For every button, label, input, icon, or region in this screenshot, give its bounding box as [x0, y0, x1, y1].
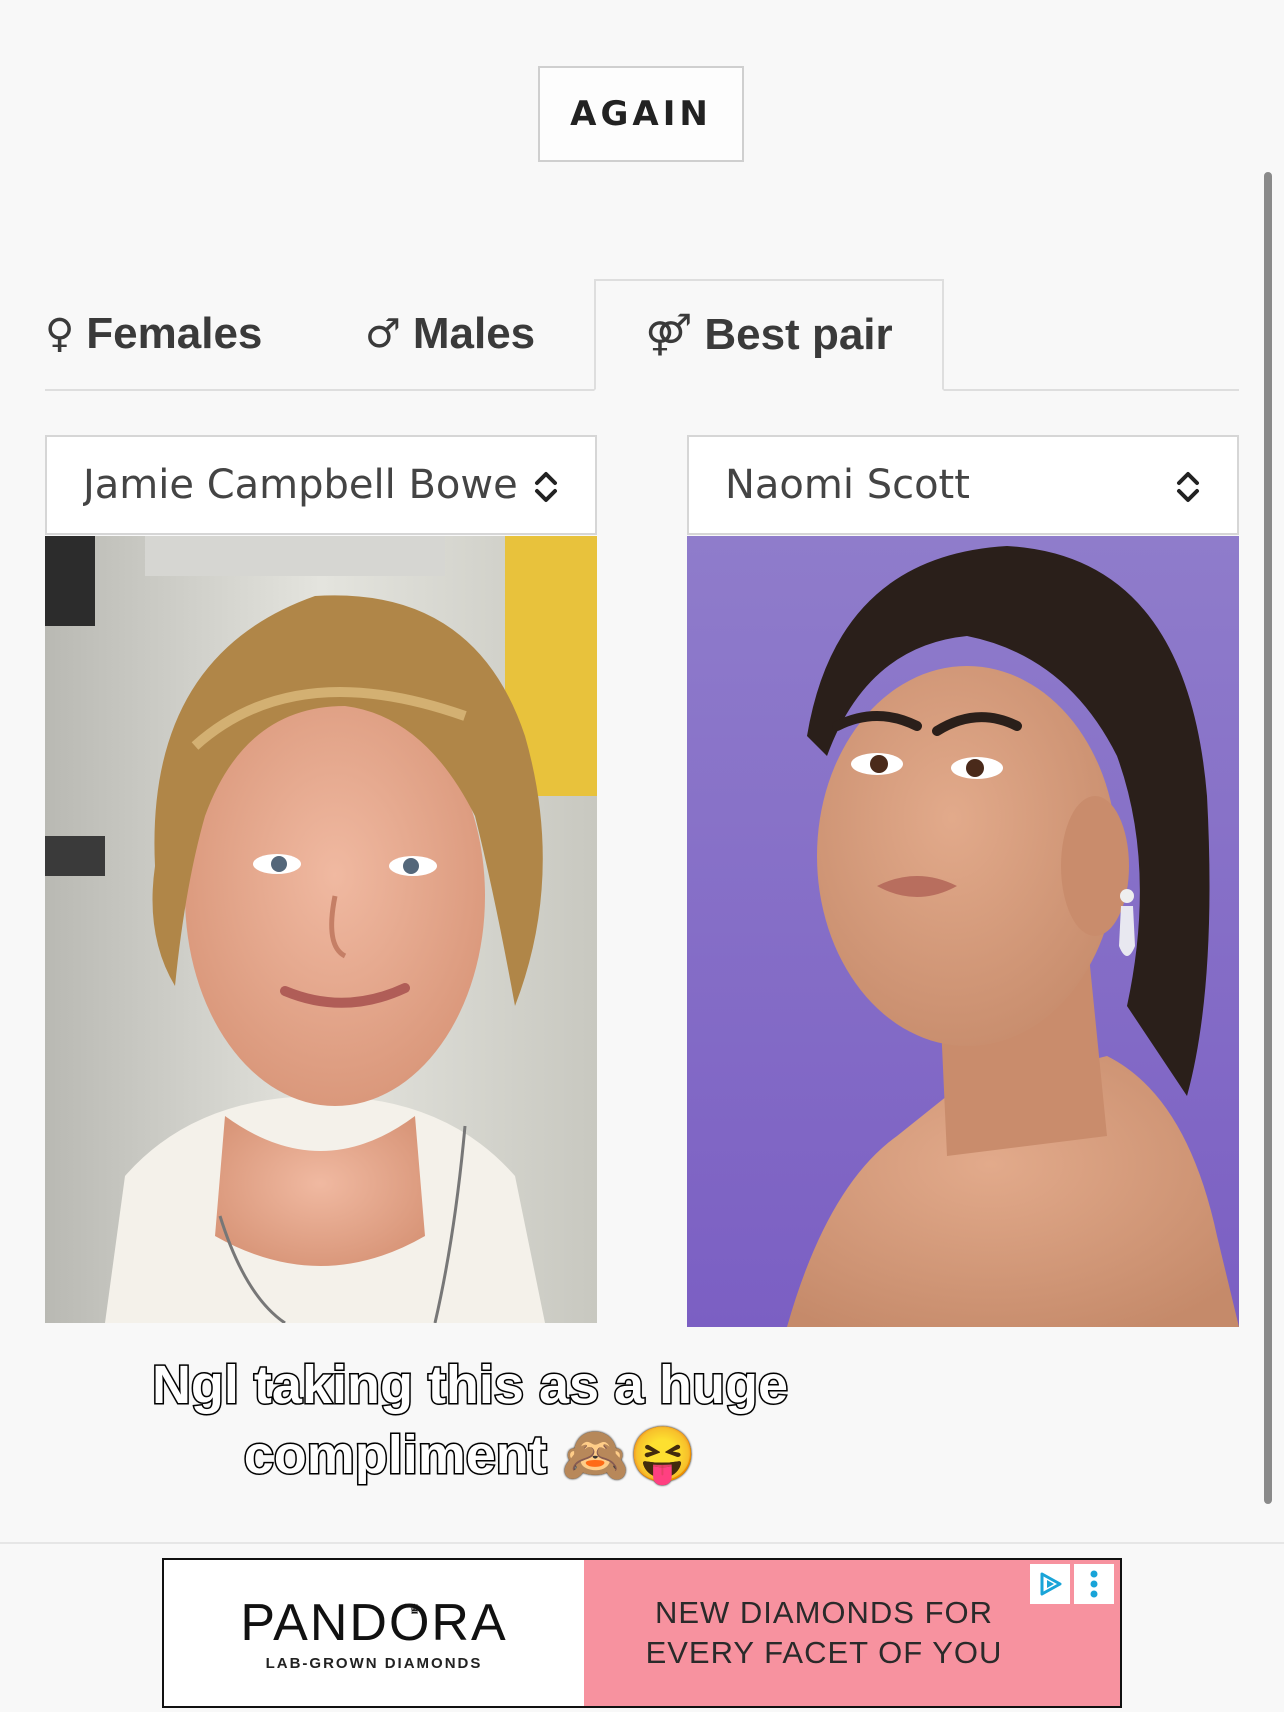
overlay-caption: Ngl taking this as a huge compliment 🙈😝 — [70, 1350, 870, 1490]
male-select[interactable]: Jamie Campbell Bower — [45, 435, 597, 535]
caption-line-1: Ngl taking this as a huge — [150, 1354, 789, 1417]
ad-brand-logo: ♛ PANDORA — [240, 1595, 507, 1651]
pair-symbol-icon: ⚤ — [645, 312, 693, 358]
ad-brand-block: ♛ PANDORA LAB-GROWN DIAMONDS — [164, 1560, 584, 1706]
male-select-value: Jamie Campbell Bower — [83, 462, 519, 508]
more-options-icon[interactable] — [1074, 1564, 1114, 1604]
ad-divider — [0, 1542, 1284, 1544]
tab-males[interactable]: ♂ Males — [365, 279, 535, 389]
ad-brand-text: PANDORA — [240, 1593, 508, 1652]
ad-controls — [1030, 1564, 1114, 1604]
tab-females[interactable]: ♀ Females — [45, 279, 262, 389]
female-select-value: Naomi Scott — [725, 462, 970, 508]
female-celebrity-photo — [687, 536, 1239, 1327]
ad-subtitle: LAB-GROWN DIAMONDS — [265, 1654, 483, 1672]
updown-chevron-icon — [535, 472, 557, 502]
again-button[interactable]: AGAIN — [538, 66, 744, 162]
caption-line-2: compliment 🙈😝 — [242, 1424, 698, 1487]
scrollbar[interactable] — [1264, 172, 1272, 1504]
crown-icon: ♛ — [408, 1600, 423, 1617]
tab-best-pair-label: Best pair — [704, 310, 893, 359]
tab-best-pair[interactable]: ⚤ Best pair — [594, 279, 944, 391]
updown-chevron-icon — [1177, 472, 1199, 502]
advertisement-banner[interactable]: ♛ PANDORA LAB-GROWN DIAMONDS NEW DIAMOND… — [162, 1558, 1122, 1708]
adchoices-icon[interactable] — [1030, 1564, 1070, 1604]
tab-males-label: Males — [412, 309, 536, 358]
female-symbol-icon: ♀ — [45, 311, 75, 357]
ad-headline: NEW DIAMONDS FOR EVERY FACET OF YOU — [645, 1595, 1003, 1670]
tab-females-label: Females — [86, 309, 263, 358]
male-celebrity-photo — [45, 536, 597, 1323]
male-symbol-icon: ♂ — [365, 311, 401, 357]
female-select[interactable]: Naomi Scott — [687, 435, 1239, 535]
